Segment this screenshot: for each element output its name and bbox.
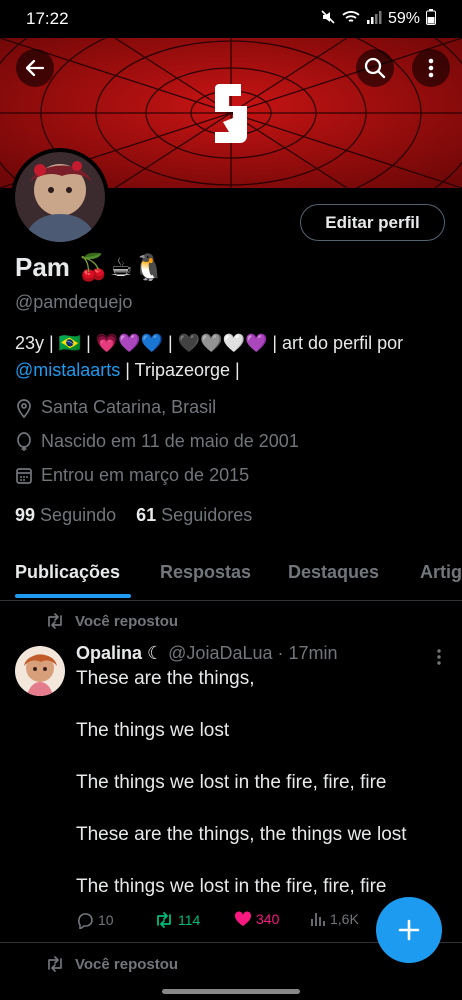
banner-logo-icon: [215, 84, 247, 143]
location-row: Santa Catarina, Brasil: [15, 397, 216, 418]
repost-label: Você repostou: [75, 612, 179, 630]
followers-label: Seguidores: [161, 505, 253, 525]
post-text-line: These are the things, the things we lost: [76, 824, 407, 845]
like-button[interactable]: 340: [234, 911, 279, 927]
location-pin-icon: [17, 398, 31, 418]
post-author-name[interactable]: Opalina ☾: [76, 643, 163, 664]
more-vertical-icon: [428, 58, 434, 78]
tab-artigos[interactable]: Artigos: [420, 548, 462, 583]
following-count: 99: [15, 505, 36, 525]
more-vertical-icon: [437, 649, 441, 665]
post-actions: 10 114 340 1,6K: [76, 911, 376, 933]
back-button[interactable]: [16, 49, 54, 87]
plus-icon: [398, 919, 420, 941]
post-text-line: The things we lost in the fire, fire, fi…: [76, 876, 387, 897]
views-chart-icon: [311, 913, 325, 926]
mute-icon: [320, 9, 336, 30]
follow-stats: 99 Seguindo 61 Seguidores: [15, 505, 252, 526]
search-icon: [364, 57, 386, 79]
repost-label: Você repostou: [75, 955, 179, 973]
views-count: 1,6K: [330, 911, 359, 927]
reply-button[interactable]: 10: [76, 911, 114, 929]
battery-icon: [426, 8, 436, 30]
calendar-icon: [16, 467, 32, 484]
post-author-avatar[interactable]: [15, 646, 65, 696]
arrow-left-icon: [25, 59, 45, 77]
profile-bio: 23y | 🇧🇷 | 💗💜💙 | 🖤🩶🤍💜 | art do perfil po…: [15, 330, 455, 384]
bio-line-1: 23y | 🇧🇷 | 💗💜💙 | 🖤🩶🤍💜 | art do perfil po…: [15, 333, 404, 353]
search-button[interactable]: [356, 49, 394, 87]
balloon-icon: [17, 431, 31, 451]
birth-text: Nascido em 11 de maio de 2001: [41, 431, 299, 451]
active-tab-indicator: [15, 594, 131, 598]
repost-icon: [48, 956, 62, 972]
heart-icon: [234, 911, 252, 926]
repost-icon: [157, 912, 171, 928]
following-label: Seguindo: [40, 505, 117, 525]
bio-mention-link[interactable]: @mistalaarts: [15, 360, 120, 380]
avatar-artwork: [15, 152, 105, 242]
following-link[interactable]: 99 Seguindo: [15, 505, 116, 526]
views-button[interactable]: 1,6K: [310, 911, 359, 927]
like-count: 340: [256, 911, 280, 927]
wifi-icon: [342, 10, 360, 29]
reply-count: 10: [98, 912, 114, 928]
post-header: Opalina ☾ @JoiaDaLua · 17min: [76, 643, 338, 664]
status-icons: 59%: [320, 8, 436, 30]
post-time: · 17min: [277, 643, 338, 663]
followers-link[interactable]: 61 Seguidores: [136, 505, 252, 526]
battery-text: 59%: [387, 10, 420, 27]
profile-name: Pam 🍒☕🐧: [15, 252, 166, 282]
tab-destaques[interactable]: Destaques: [288, 548, 379, 583]
home-indicator[interactable]: [162, 989, 300, 994]
location-text: Santa Catarina, Brasil: [41, 397, 217, 417]
repost-indicator: Você repostou: [45, 612, 178, 630]
tab-publicacoes[interactable]: Publicações: [15, 548, 120, 583]
post-text-line: These are the things,: [76, 668, 255, 689]
signal-icon: [366, 10, 382, 29]
post-more-button[interactable]: [436, 648, 442, 671]
reply-icon: [78, 913, 93, 929]
post-text-line: The things we lost in the fire, fire, fi…: [76, 772, 387, 793]
repost-indicator: Você repostou: [45, 955, 178, 973]
post-avatar-artwork: [15, 646, 65, 696]
joined-row: Entrou em março de 2015: [15, 465, 249, 486]
tab-respostas[interactable]: Respostas: [160, 548, 251, 583]
followers-count: 61: [136, 505, 157, 525]
birth-row: Nascido em 11 de maio de 2001: [15, 431, 299, 452]
compose-post-button[interactable]: [376, 897, 442, 963]
bio-line-2: @mistalaarts | Tripazeorge |: [15, 357, 455, 384]
post-text-line: The things we lost: [76, 720, 230, 741]
bio-line-2-text: | Tripazeorge |: [120, 360, 240, 380]
status-time: 17:22: [26, 9, 69, 28]
post-author-handle[interactable]: @JoiaDaLua: [168, 643, 272, 664]
profile-handle: @pamdequejo: [15, 292, 133, 312]
repost-button[interactable]: 114: [154, 911, 200, 929]
status-bar: 17:22 59%: [0, 0, 462, 38]
repost-count: 114: [178, 912, 201, 928]
more-button[interactable]: [412, 49, 450, 87]
repost-icon: [48, 613, 62, 629]
edit-profile-button[interactable]: Editar perfil: [300, 204, 445, 241]
profile-avatar[interactable]: [11, 148, 109, 246]
joined-text: Entrou em março de 2015: [41, 465, 250, 485]
